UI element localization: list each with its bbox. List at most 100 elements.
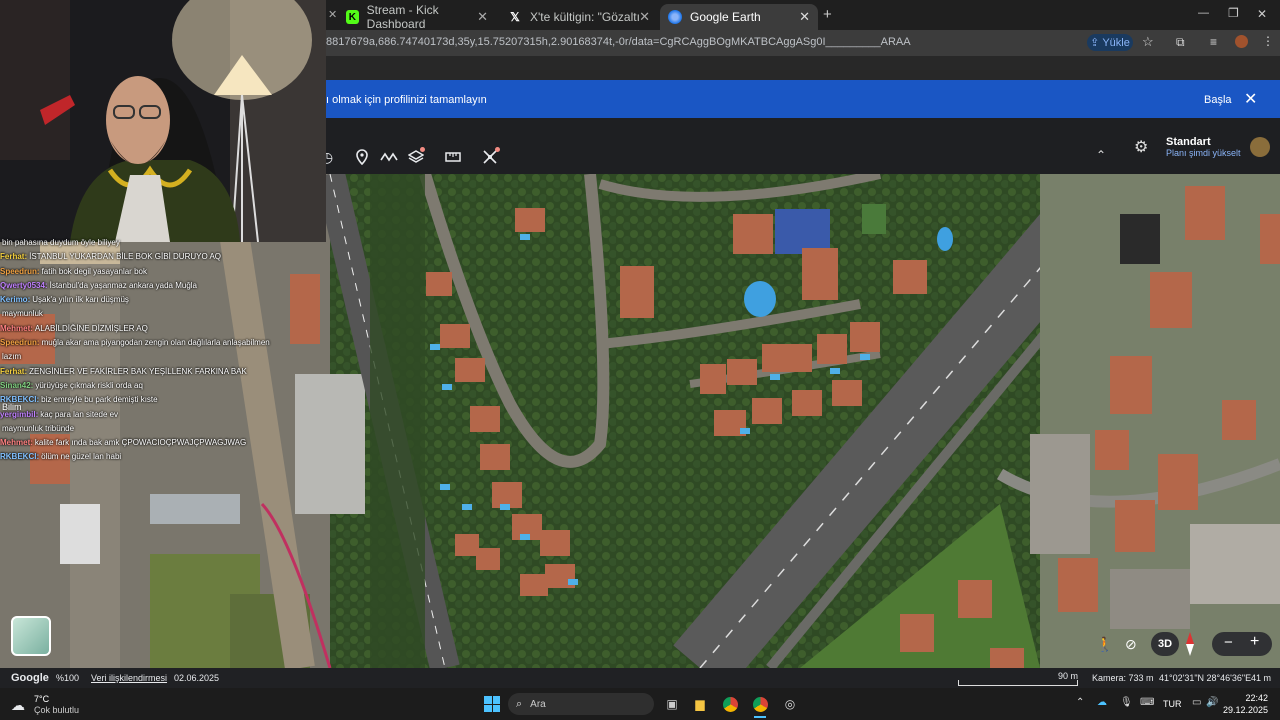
clock-time[interactable]: 22:42 <box>1228 693 1268 703</box>
map-style-thumbnail[interactable] <box>11 616 51 656</box>
chat-username[interactable]: Ferhat: <box>0 252 27 261</box>
zoom-out-button[interactable]: − <box>1224 634 1233 651</box>
language-indicator[interactable]: TUR <box>1163 699 1182 709</box>
chat-text: ZENGİNLER VE FAKİRLER BAK YEŞİLLENK FARK… <box>29 366 247 376</box>
chat-text: biz emreyle bu park demişti kıste <box>41 395 158 405</box>
chat-username[interactable]: Mehmet: <box>0 324 33 333</box>
data-attribution-link[interactable]: Veri ilişkilendirmesi <box>91 673 167 683</box>
mic-icon[interactable]: 🎙 <box>1120 697 1133 708</box>
media-controls-icon[interactable]: ≡ <box>1210 35 1217 49</box>
chat-message: RKBEKCI: ölüm ne güzel lan habi <box>0 450 300 464</box>
profile-avatar[interactable] <box>1235 35 1248 48</box>
banner-close-button[interactable]: ✕ <box>1244 89 1257 109</box>
close-window-button[interactable]: ✕ <box>1257 7 1267 21</box>
zoom-controls <box>1212 632 1272 656</box>
chat-username[interactable]: Mehmet: <box>0 438 33 447</box>
tab-kick-dashboard[interactable]: K Stream - Kick Dashboard ✕ <box>338 3 496 31</box>
chat-message: bin pahasına duydum öyle biliyey <box>0 236 300 250</box>
tab-google-earth[interactable]: Google Earth ✕ <box>660 4 818 30</box>
new-tab-button[interactable]: + <box>823 6 832 23</box>
chat-message: maymunluk <box>0 307 300 321</box>
cloud-sync-icon[interactable]: ☁ <box>1097 697 1107 708</box>
chrome-active-icon[interactable] <box>750 695 770 713</box>
volume-icon[interactable]: 🔊 <box>1206 697 1218 708</box>
upload-icon: ⇪ <box>1090 37 1100 49</box>
chat-message: Speedrun: fatih bok degil yasayanlar bok <box>0 265 300 279</box>
bookmark-star-icon[interactable]: ☆ <box>1142 34 1154 50</box>
chat-text: ölüm ne güzel lan habi <box>41 452 122 462</box>
ruler-icon[interactable] <box>444 148 462 166</box>
url-field[interactable]: 8817679a,686.74740173d,35y,15.75207315h,… <box>326 36 911 48</box>
chat-message: Mehmet: ALABİLDİĞİNE DİZMİŞLER AQ <box>0 322 300 336</box>
chat-text: fatih bok degil yasayanlar bok <box>41 266 147 276</box>
tab-title: Stream - Kick Dashboard <box>366 3 439 31</box>
close-tab-icon[interactable]: ✕ <box>328 8 337 21</box>
minimize-button[interactable]: — <box>1198 7 1209 19</box>
placemark-icon[interactable] <box>353 148 371 166</box>
pegman-icon[interactable]: 🚶 <box>1096 636 1113 653</box>
windows-start-icon[interactable] <box>484 696 500 712</box>
chat-text: yürüyüşe çıkmak riskli orda aq <box>35 380 143 390</box>
chat-username[interactable]: Kerimo: <box>0 295 30 304</box>
chat-message: Qwerty0534: İstanbul'da yaşanmaz ankara y… <box>0 279 300 293</box>
restore-button[interactable]: ❐ <box>1228 6 1239 20</box>
task-view-icon[interactable]: ▣ <box>662 695 682 713</box>
network-icon[interactable]: ▭ <box>1192 697 1201 708</box>
scale-label: 90 m <box>1058 671 1079 681</box>
chat-text: İstanbul'da yaşanmaz ankara yada Muğla <box>49 280 197 290</box>
zoom-in-button[interactable]: + <box>1250 633 1259 651</box>
chat-message: Sinan42: yürüyüşe çıkmak riskli orda aq <box>0 379 300 393</box>
chat-text: kalite fark ında bak amk ÇPOWACIOÇPWAJÇP… <box>34 438 247 448</box>
plan-upgrade-link[interactable]: Planı şimdi yükselt <box>1166 148 1241 158</box>
collapse-chevron-icon[interactable]: ⌃ <box>1096 148 1106 162</box>
path-icon[interactable] <box>380 148 398 166</box>
weather-desc[interactable]: Çok bulutlu <box>34 705 79 715</box>
compass-off-icon[interactable]: ⊘ <box>1125 636 1137 653</box>
keyboard-icon[interactable]: ⌨ <box>1140 697 1154 708</box>
chat-username[interactable]: Ferhat: <box>0 367 27 376</box>
notification-dot <box>420 147 425 152</box>
search-icon: ⌕ <box>516 697 523 710</box>
tray-chevron-icon[interactable]: ⌃ <box>1076 697 1084 708</box>
close-tab-icon[interactable]: ✕ <box>639 9 650 25</box>
chat-text: maymunluk tribünde <box>2 423 75 433</box>
active-app-indicator <box>754 716 766 718</box>
chrome-icon[interactable] <box>720 695 740 713</box>
bookmarks-strip <box>326 56 1280 80</box>
extensions-icon[interactable]: ⧉ <box>1176 35 1185 50</box>
elevation: 41 m <box>1251 673 1272 683</box>
imagery-date: 02.06.2025 <box>174 673 220 683</box>
menu-icon[interactable]: ⋮ <box>1262 34 1274 48</box>
tab-x[interactable]: 𝕏 X'te kültigin: "Gözaltına alınan ✕ <box>500 4 658 30</box>
chat-message: Ferhat: ZENGİNLER VE FAKİRLER BAK YEŞİLLE… <box>0 365 300 379</box>
gear-icon[interactable]: ⚙ <box>1134 137 1148 157</box>
chat-username[interactable]: Qwerty0534: <box>0 281 48 290</box>
chat-username[interactable]: RKBEKCI: <box>0 452 39 461</box>
webcam-overlay <box>0 0 326 242</box>
stream-chat: bin pahasına duydum öyle biliyey Ferhat: İ… <box>0 236 300 476</box>
close-tab-icon[interactable]: ✕ <box>477 9 488 25</box>
close-tab-icon[interactable]: ✕ <box>799 9 810 25</box>
user-avatar[interactable] <box>1250 137 1270 157</box>
x-icon: 𝕏 <box>510 10 520 24</box>
chat-username[interactable]: Speedrun: <box>0 338 40 347</box>
obs-icon[interactable]: ◎ <box>780 695 800 713</box>
google-logo: Google <box>11 672 49 684</box>
cloud-icon[interactable]: ☁ <box>11 697 25 714</box>
banner-start-button[interactable]: Başla <box>1204 94 1232 106</box>
chat-text: İSTANBUL YUKARDAN BİLE BOK GİBİ DURUYO A… <box>29 252 222 262</box>
weather-temp[interactable]: 7°C <box>34 694 49 704</box>
tab-title: X'te kültigin: "Gözaltına alınan <box>530 10 640 24</box>
google-earth-icon <box>668 10 682 24</box>
3d-toggle-button[interactable]: 3D <box>1151 632 1179 656</box>
chat-message: Kerimo: Uşak'a yılın ilk karı düşmüş <box>0 293 300 307</box>
clock-date[interactable]: 29.12.2025 <box>1220 705 1268 715</box>
webcam-feed <box>0 0 326 242</box>
taskbar-search[interactable]: ⌕ Ara <box>508 693 654 715</box>
file-explorer-icon[interactable]: ▆ <box>690 695 710 713</box>
upload-button[interactable]: ⇪ Yükle <box>1087 34 1133 51</box>
chat-message: Speedrun: muğla akar ama piyangodan zengi… <box>0 336 300 350</box>
kick-icon: K <box>346 10 359 24</box>
chat-username[interactable]: Sinan42: <box>0 381 33 390</box>
chat-username[interactable]: Speedrun: <box>0 267 40 276</box>
